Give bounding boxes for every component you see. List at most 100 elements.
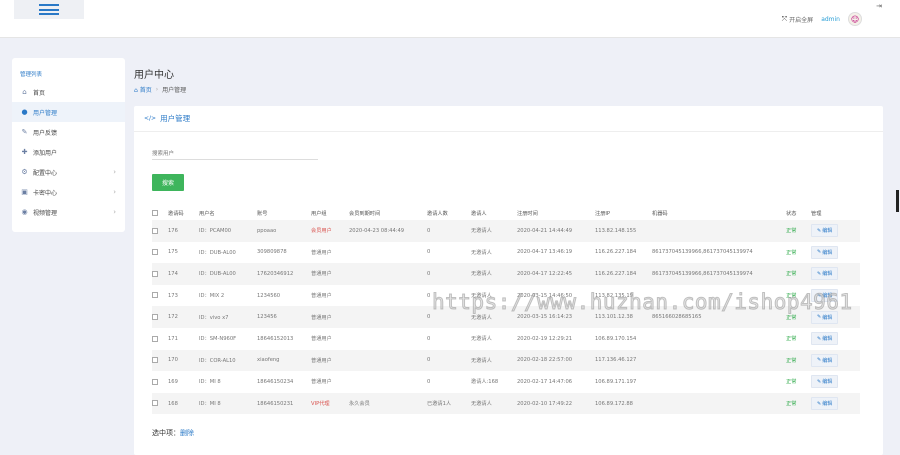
sidebar-item-feedback[interactable]: ✎ 用户反馈 <box>12 122 125 142</box>
cell-account: 309809878 <box>257 249 287 256</box>
cell-group: 普通用户 <box>311 271 332 278</box>
add-user-icon: ✚ <box>21 148 28 156</box>
edit-icon: ✎ <box>817 270 822 277</box>
cell-inviter: 无邀请人 <box>471 314 492 321</box>
column-header: 邀请人数 <box>427 210 448 217</box>
card-icon: ▣ <box>21 188 28 196</box>
logout-icon[interactable]: ⇥ <box>876 2 882 10</box>
row-checkbox[interactable] <box>152 335 158 342</box>
edit-button[interactable]: ✎ 编辑 <box>811 375 839 389</box>
cell-reg-time: 2020-02-10 17:49:22 <box>517 400 573 407</box>
cell-group: 普通用户 <box>311 379 332 386</box>
cell-ip: 116.26.227.184 <box>595 249 637 256</box>
chevron-right-icon: › <box>113 188 116 196</box>
cell-actions: ✎ 编辑 <box>811 371 860 393</box>
row-checkbox[interactable] <box>152 270 158 277</box>
sidebar-item-video[interactable]: ◉ 视频管理 › <box>12 202 125 222</box>
table-row: 168 ID：MI 8 18646150231 VIP代理 永久会员 已邀请1人 无邀请人 2… <box>152 392 860 415</box>
edit-button[interactable]: ✎ 编辑 <box>811 310 839 324</box>
sidebar-item-card[interactable]: ▣ 卡密中心 › <box>12 182 125 202</box>
edit-icon: ✎ <box>21 128 28 136</box>
edit-button[interactable]: ✎ 编辑 <box>811 332 839 346</box>
cell-invites: 0 <box>427 314 431 321</box>
edit-button[interactable]: ✎ 编辑 <box>811 289 839 303</box>
row-checkbox[interactable] <box>152 357 158 364</box>
cell-invites: 0 <box>427 378 431 385</box>
row-checkbox[interactable] <box>152 292 158 299</box>
cell-machine: 861737045139966,861737045139974 <box>652 270 753 277</box>
row-checkbox[interactable] <box>152 227 158 234</box>
edit-label: 编辑 <box>822 336 833 343</box>
cell-name: ID：COR-AL10 <box>199 357 236 364</box>
table-row: 176 ID：PCAM00 ppoaao 会员用户 2020-04-23 08:44:4… <box>152 220 860 242</box>
cell-status: 正常 <box>786 357 797 364</box>
cell-ip: 106.89.172.88 <box>595 400 633 407</box>
sidebar-item-user-management[interactable]: ● 用户管理 <box>12 102 125 122</box>
cell-inviter: 无邀请人 <box>471 293 492 300</box>
cell-name: ID：SM-N960F <box>199 336 237 343</box>
cell-reg-time: 2020-04-17 13:46:19 <box>517 249 573 256</box>
cell-status: 正常 <box>786 249 797 256</box>
column-header: 机器码 <box>652 210 668 217</box>
cell-actions: ✎ 编辑 <box>811 306 860 328</box>
edit-button[interactable]: ✎ 编辑 <box>811 353 839 367</box>
cell-actions: ✎ 编辑 <box>811 220 860 242</box>
breadcrumb-home-link[interactable]: ⌂ 首页 <box>134 85 152 94</box>
cell-expire <box>349 263 427 285</box>
fullscreen-label: 开启全屏 <box>789 16 814 24</box>
sidebar-item-add-user[interactable]: ✚ 添加用户 <box>12 142 125 162</box>
column-header: 邀请人 <box>471 210 487 217</box>
cell-reg-time: 2020-02-19 12:29:21 <box>517 335 573 342</box>
row-select-cell <box>152 306 168 328</box>
cell-machine <box>652 220 786 242</box>
edit-icon: ✎ <box>817 314 822 321</box>
fullscreen-button[interactable]: ⤧ 开启全屏 <box>782 15 814 24</box>
cell-ip: 117.136.46.127 <box>595 357 637 364</box>
edit-label: 编辑 <box>822 271 833 278</box>
menu-toggle-button[interactable] <box>14 0 84 19</box>
edit-button[interactable]: ✎ 编辑 <box>811 267 839 281</box>
cell-reg-time: 2020-03-15 14:46:50 <box>517 292 573 299</box>
cell-ip: 113.82.148.155 <box>595 227 637 234</box>
cell-expire <box>349 371 427 393</box>
edit-button[interactable]: ✎ 编辑 <box>811 245 839 259</box>
cell-name: ID：MI 8 <box>199 379 221 386</box>
cell-expire: 2020-04-23 08:44:49 <box>349 227 405 234</box>
search-button[interactable]: 搜索 <box>152 174 184 191</box>
scrollbar-thumb[interactable] <box>896 190 899 212</box>
row-select-cell <box>152 393 168 415</box>
column-header: 账号 <box>257 210 268 217</box>
card-title: 用户管理 <box>160 114 191 123</box>
edit-button[interactable]: ✎ 编辑 <box>811 224 839 238</box>
sidebar-item-config[interactable]: ⚙ 配置中心 › <box>12 162 125 182</box>
cell-invites: 0 <box>427 227 431 234</box>
search-input[interactable] <box>152 148 318 160</box>
selected-label: 选中项： <box>152 429 180 437</box>
row-checkbox[interactable] <box>152 378 158 385</box>
row-checkbox[interactable] <box>152 249 158 256</box>
admin-name-link[interactable]: admin <box>821 16 840 23</box>
avatar[interactable]: ☺ <box>848 12 862 26</box>
card-header: </> 用户管理 <box>134 106 883 132</box>
select-all-checkbox[interactable] <box>152 209 158 216</box>
cell-status: 正常 <box>786 314 797 321</box>
cell-reg-time: 2020-04-17 12:22:45 <box>517 270 573 277</box>
delete-selected-link[interactable]: 删除 <box>180 429 194 437</box>
column-header: 管理 <box>811 210 822 217</box>
row-select-cell <box>152 328 168 350</box>
cell-account: 18646152013 <box>257 335 294 342</box>
cell-invites: 0 <box>427 335 431 342</box>
row-checkbox[interactable] <box>152 313 158 320</box>
sidebar-item-home[interactable]: ⌂ 首页 <box>12 82 125 102</box>
edit-button[interactable]: ✎ 编辑 <box>811 397 839 411</box>
cell-reg-time: 2020-02-18 22:57:00 <box>517 357 573 364</box>
cell-account: 1234560 <box>257 292 281 299</box>
bulk-actions: 选中项：删除 <box>152 428 194 438</box>
chevron-right-icon: › <box>113 168 116 176</box>
cell-code: 176 <box>168 227 178 234</box>
video-icon: ◉ <box>21 208 28 216</box>
row-checkbox[interactable] <box>152 400 158 407</box>
user-management-card: </> 用户管理 搜索 邀请码 用户名 账号 用户组 会员到期时间 邀请人数 邀… <box>134 106 883 455</box>
cell-status: 正常 <box>786 271 797 278</box>
edit-icon: ✎ <box>817 249 822 256</box>
